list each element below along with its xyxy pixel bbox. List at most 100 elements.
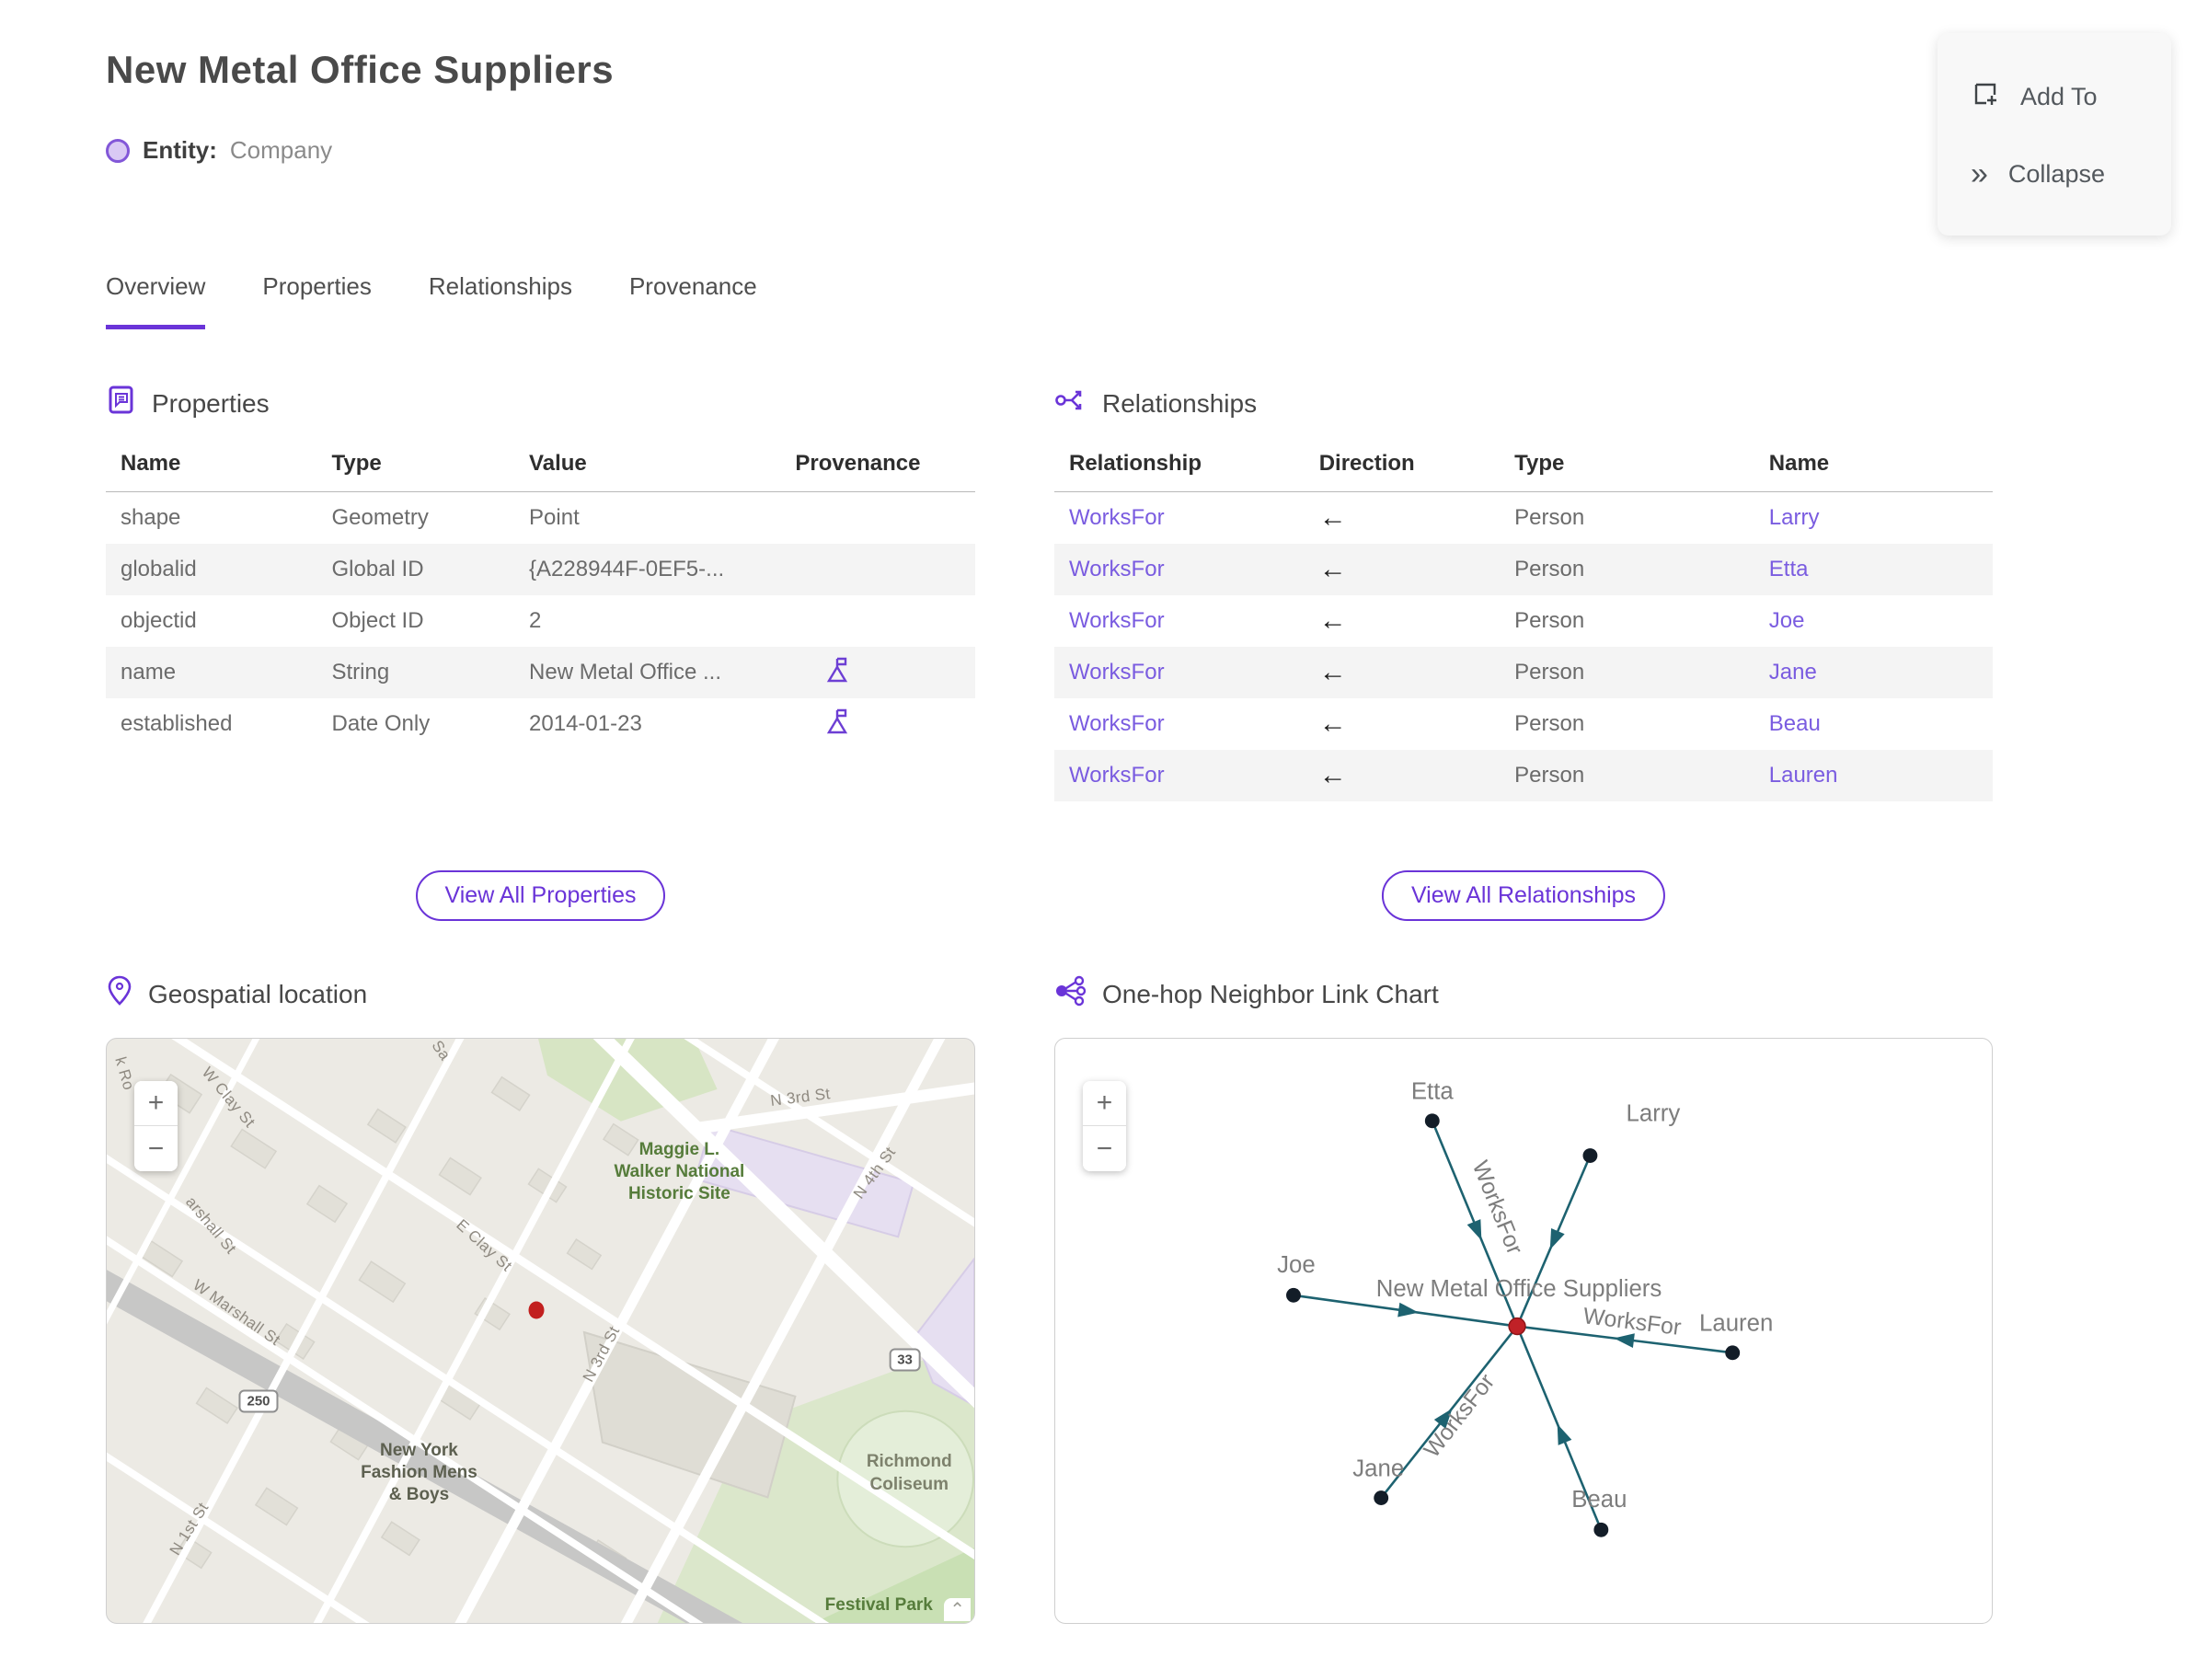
page-title: New Metal Office Suppliers bbox=[106, 48, 615, 91]
geospatial-map[interactable]: + − k Ro W Clay St Sa N 3rd St N 4th St … bbox=[106, 1038, 975, 1624]
table-row: WorksFor ← Person Lauren bbox=[1054, 750, 1993, 801]
direction-arrow: ← bbox=[1318, 657, 1347, 687]
related-type: Person bbox=[1514, 557, 1585, 581]
property-provenance bbox=[795, 656, 960, 690]
tab-relationships[interactable]: Relationships bbox=[429, 272, 572, 329]
chart-zoom-out-button[interactable]: − bbox=[1083, 1126, 1126, 1171]
col-header-relationship: Relationship bbox=[1069, 451, 1202, 476]
node-lauren[interactable] bbox=[1725, 1345, 1741, 1361]
property-value: 2 bbox=[529, 608, 542, 633]
property-name: objectid bbox=[121, 608, 197, 633]
related-entity-link[interactable]: Jane bbox=[1769, 660, 1978, 685]
relationships-table-header: Relationship Direction Type Name bbox=[1054, 442, 1993, 492]
view-all-properties-button[interactable]: View All Properties bbox=[415, 870, 666, 921]
entity-type-dot-icon bbox=[106, 138, 130, 163]
table-row: WorksFor ← Person Joe bbox=[1054, 595, 1993, 647]
relationships-section-header: Relationships bbox=[1054, 385, 1257, 422]
property-provenance bbox=[795, 708, 960, 742]
edge-label: WorksFor bbox=[1420, 1370, 1500, 1463]
node-center-entity[interactable] bbox=[1508, 1317, 1526, 1336]
property-name: globalid bbox=[121, 557, 197, 581]
property-value: 2014-01-23 bbox=[529, 711, 642, 736]
entity-type-value: Company bbox=[229, 136, 333, 164]
related-entity-link[interactable]: Joe bbox=[1769, 608, 1978, 634]
col-header-provenance: Provenance bbox=[795, 451, 921, 476]
property-type: Geometry bbox=[331, 505, 429, 530]
link-chart-section-header: One-hop Neighbor Link Chart bbox=[1054, 975, 1439, 1013]
property-type: Object ID bbox=[331, 608, 424, 633]
node-beau[interactable] bbox=[1593, 1522, 1609, 1537]
col-header-name: Name bbox=[1768, 451, 1830, 476]
map-zoom-in-button[interactable]: + bbox=[134, 1081, 178, 1126]
relationship-link[interactable]: WorksFor bbox=[1069, 505, 1319, 531]
direction-arrow: ← bbox=[1318, 760, 1347, 790]
relationships-column: Relationships Relationship Direction Typ… bbox=[1054, 385, 1993, 1625]
provenance-flag-icon[interactable] bbox=[826, 708, 852, 735]
related-type: Person bbox=[1514, 660, 1585, 685]
node-etta[interactable] bbox=[1424, 1113, 1440, 1129]
col-header-direction: Direction bbox=[1318, 451, 1415, 476]
node-jane[interactable] bbox=[1374, 1490, 1389, 1506]
collapse-button[interactable]: » Collapse bbox=[1938, 149, 2171, 199]
table-row: objectid Object ID 2 bbox=[106, 595, 975, 647]
link-chart-section-title: One-hop Neighbor Link Chart bbox=[1102, 979, 1439, 1008]
properties-table-header: Name Type Value Provenance bbox=[106, 442, 975, 492]
property-type: String bbox=[331, 660, 390, 685]
relationship-link[interactable]: WorksFor bbox=[1069, 763, 1319, 788]
map-zoom-control: + − bbox=[134, 1081, 178, 1171]
tab-properties[interactable]: Properties bbox=[262, 272, 372, 329]
tab-overview[interactable]: Overview bbox=[106, 272, 206, 329]
related-entity-link[interactable]: Larry bbox=[1769, 505, 1978, 531]
view-all-relationships-button[interactable]: View All Relationships bbox=[1381, 870, 1666, 921]
relationship-link[interactable]: WorksFor bbox=[1069, 608, 1319, 634]
entity-location-marker[interactable] bbox=[528, 1301, 545, 1319]
tab-provenance[interactable]: Provenance bbox=[629, 272, 757, 329]
node-label: Etta bbox=[1411, 1078, 1455, 1104]
table-row: WorksFor ← Person Jane bbox=[1054, 647, 1993, 698]
node-joe[interactable] bbox=[1286, 1287, 1301, 1303]
properties-section-header: Properties bbox=[106, 385, 270, 422]
relationship-link[interactable]: WorksFor bbox=[1069, 557, 1319, 582]
map-zoom-out-button[interactable]: − bbox=[134, 1126, 178, 1171]
direction-arrow: ← bbox=[1318, 502, 1347, 533]
table-row: name String New Metal Office ... bbox=[106, 647, 975, 698]
related-entity-link[interactable]: Beau bbox=[1769, 711, 1978, 737]
related-entity-link[interactable]: Etta bbox=[1769, 557, 1978, 582]
geospatial-section-title: Geospatial location bbox=[148, 979, 368, 1008]
col-header-type: Type bbox=[331, 451, 382, 476]
table-row: WorksFor ← Person Larry bbox=[1054, 492, 1993, 544]
link-chart-canvas: WorksFor WorksFor WorksFor Etta Larry Jo… bbox=[1277, 1078, 1773, 1537]
map-canvas bbox=[107, 1039, 974, 1623]
relationships-section-title: Relationships bbox=[1102, 388, 1258, 418]
edge-label: WorksFor bbox=[1467, 1157, 1527, 1258]
provenance-flag-icon[interactable] bbox=[826, 656, 852, 684]
properties-section-title: Properties bbox=[152, 388, 270, 418]
relationship-link[interactable]: WorksFor bbox=[1069, 711, 1319, 737]
one-hop-link-chart[interactable]: WorksFor WorksFor WorksFor Etta Larry Jo… bbox=[1054, 1038, 1993, 1624]
property-type: Date Only bbox=[331, 711, 431, 736]
tab-bar: Overview Properties Relationships Proven… bbox=[106, 272, 757, 329]
table-row: established Date Only 2014-01-23 bbox=[106, 698, 975, 750]
property-name: established bbox=[121, 711, 233, 736]
node-larry[interactable] bbox=[1582, 1148, 1598, 1163]
property-type: Global ID bbox=[331, 557, 424, 581]
related-type: Person bbox=[1514, 711, 1585, 736]
attribution-expander-icon[interactable]: ⌃ bbox=[944, 1598, 971, 1621]
property-name: shape bbox=[121, 505, 181, 530]
relationship-link[interactable]: WorksFor bbox=[1069, 660, 1319, 685]
chart-zoom-in-button[interactable]: + bbox=[1083, 1081, 1126, 1126]
table-row: WorksFor ← Person Beau bbox=[1054, 698, 1993, 750]
add-to-button[interactable]: Add To bbox=[1938, 70, 2171, 124]
col-header-name: Name bbox=[121, 451, 181, 476]
related-entity-link[interactable]: Lauren bbox=[1769, 763, 1978, 788]
table-row: shape Geometry Point bbox=[106, 492, 975, 544]
center-node-label: New Metal Office Suppliers bbox=[1376, 1276, 1662, 1302]
node-label: Jane bbox=[1352, 1456, 1404, 1481]
add-to-label: Add To bbox=[2020, 82, 2098, 110]
direction-arrow: ← bbox=[1318, 605, 1347, 636]
property-value: Point bbox=[529, 505, 580, 530]
map-pin-icon bbox=[106, 975, 133, 1013]
table-row: globalid Global ID {A228944F-0EF5-... bbox=[106, 544, 975, 595]
relationships-table: Relationship Direction Type Name WorksFo… bbox=[1054, 442, 1993, 801]
node-label: Larry bbox=[1627, 1100, 1681, 1126]
